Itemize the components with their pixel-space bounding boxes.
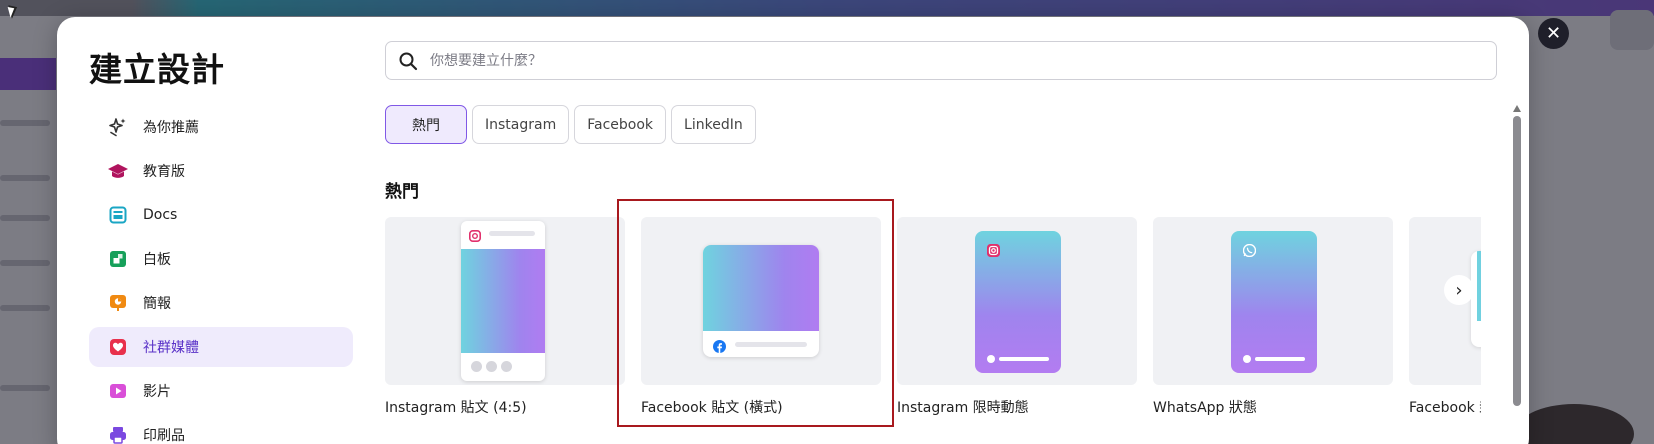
sidebar-item-label: 影片 [143,384,171,400]
section-title: 熱門 [385,182,419,202]
instagram-icon [987,242,1000,257]
sidebar-item-label: 簡報 [143,296,171,312]
heart-icon [107,336,129,358]
sidebar-item-social-media[interactable]: 社群媒體 [89,327,353,367]
search-input[interactable] [430,52,1430,69]
card-label: Instagram 貼文 (4:5) [385,400,527,416]
search-icon [398,51,418,71]
chip-popular[interactable]: 熱門 [385,105,467,144]
print-icon [107,424,129,444]
phone-mockup [461,221,545,381]
placeholder-line [1255,357,1305,361]
placeholder-line [489,231,535,236]
filter-chips: 熱門 Instagram Facebook LinkedIn [385,105,756,144]
dot [1243,355,1251,363]
sidebar-item-for-you[interactable]: 為你推薦 [89,107,353,147]
chip-linkedin[interactable]: LinkedIn [671,105,756,144]
story-mockup [975,231,1061,373]
dot [471,361,482,372]
template-carousel: Instagram 貼文 (4:5) Facebook 貼文 (橫式) Inst… [385,217,1481,444]
card-thumbnail [897,217,1137,385]
close-modal-button[interactable]: ✕ [1538,18,1569,49]
modal-title: 建立設計 [89,50,225,89]
dot [486,361,497,372]
sidebar-item-video[interactable]: 影片 [89,371,353,411]
card-thumbnail [1153,217,1393,385]
template-card-instagram-story[interactable]: Instagram 限時動態 [897,217,1137,417]
sidebar-item-label: Docs [143,207,178,223]
sidebar-item-education[interactable]: 教育版 [89,151,353,191]
cover-mockup [1471,251,1481,347]
card-label: Instagram 限時動態 [897,400,1029,416]
card-label: WhatsApp 狀態 [1153,400,1257,416]
sidebar-item-docs[interactable]: Docs [89,195,353,235]
dot [501,361,512,372]
chip-facebook[interactable]: Facebook [574,105,667,144]
image-placeholder [461,249,545,353]
sidebar-item-label: 印刷品 [143,428,185,444]
card-label: Facebook 封面 [1409,400,1481,416]
sidebar-item-label: 教育版 [143,164,185,180]
docs-icon [107,204,129,226]
whatsapp-icon [1242,242,1257,258]
scroll-up-arrow-icon[interactable] [1513,105,1521,112]
template-card-whatsapp-status[interactable]: WhatsApp 狀態 [1153,217,1393,417]
whiteboard-icon [107,248,129,270]
sidebar-item-label: 為你推薦 [143,120,199,136]
selection-highlight [617,199,894,427]
category-sidebar: 為你推薦 教育版 Docs 白板 簡報 社群媒體 影片 印刷品 [89,107,353,444]
card-thumbnail [1409,217,1481,385]
scroll-thumb[interactable] [1513,116,1521,406]
sidebar-item-label: 白板 [143,252,171,268]
search-box[interactable] [385,41,1497,80]
instagram-icon [469,227,481,242]
card-thumbnail [385,217,625,385]
chip-instagram[interactable]: Instagram [472,105,570,144]
image-placeholder [1477,251,1481,321]
sidebar-item-presentation[interactable]: 簡報 [89,283,353,323]
placeholder-line [999,357,1049,361]
dot [987,355,995,363]
sidebar-item-whiteboard[interactable]: 白板 [89,239,353,279]
story-mockup [1231,231,1317,373]
presentation-icon [107,292,129,314]
template-card-facebook-cover[interactable]: Facebook 封面 [1409,217,1481,417]
sidebar-item-print[interactable]: 印刷品 [89,415,353,444]
modal-scrollbar[interactable] [1513,105,1522,415]
sparkle-icon [107,116,129,138]
carousel-next-button[interactable]: › [1444,275,1474,305]
sidebar-item-label: 社群媒體 [143,340,199,356]
chevron-right-icon: › [1455,279,1463,301]
template-card-instagram-post[interactable]: Instagram 貼文 (4:5) [385,217,625,417]
close-icon: ✕ [1545,23,1562,44]
video-icon [107,380,129,402]
graduation-cap-icon [107,160,129,182]
